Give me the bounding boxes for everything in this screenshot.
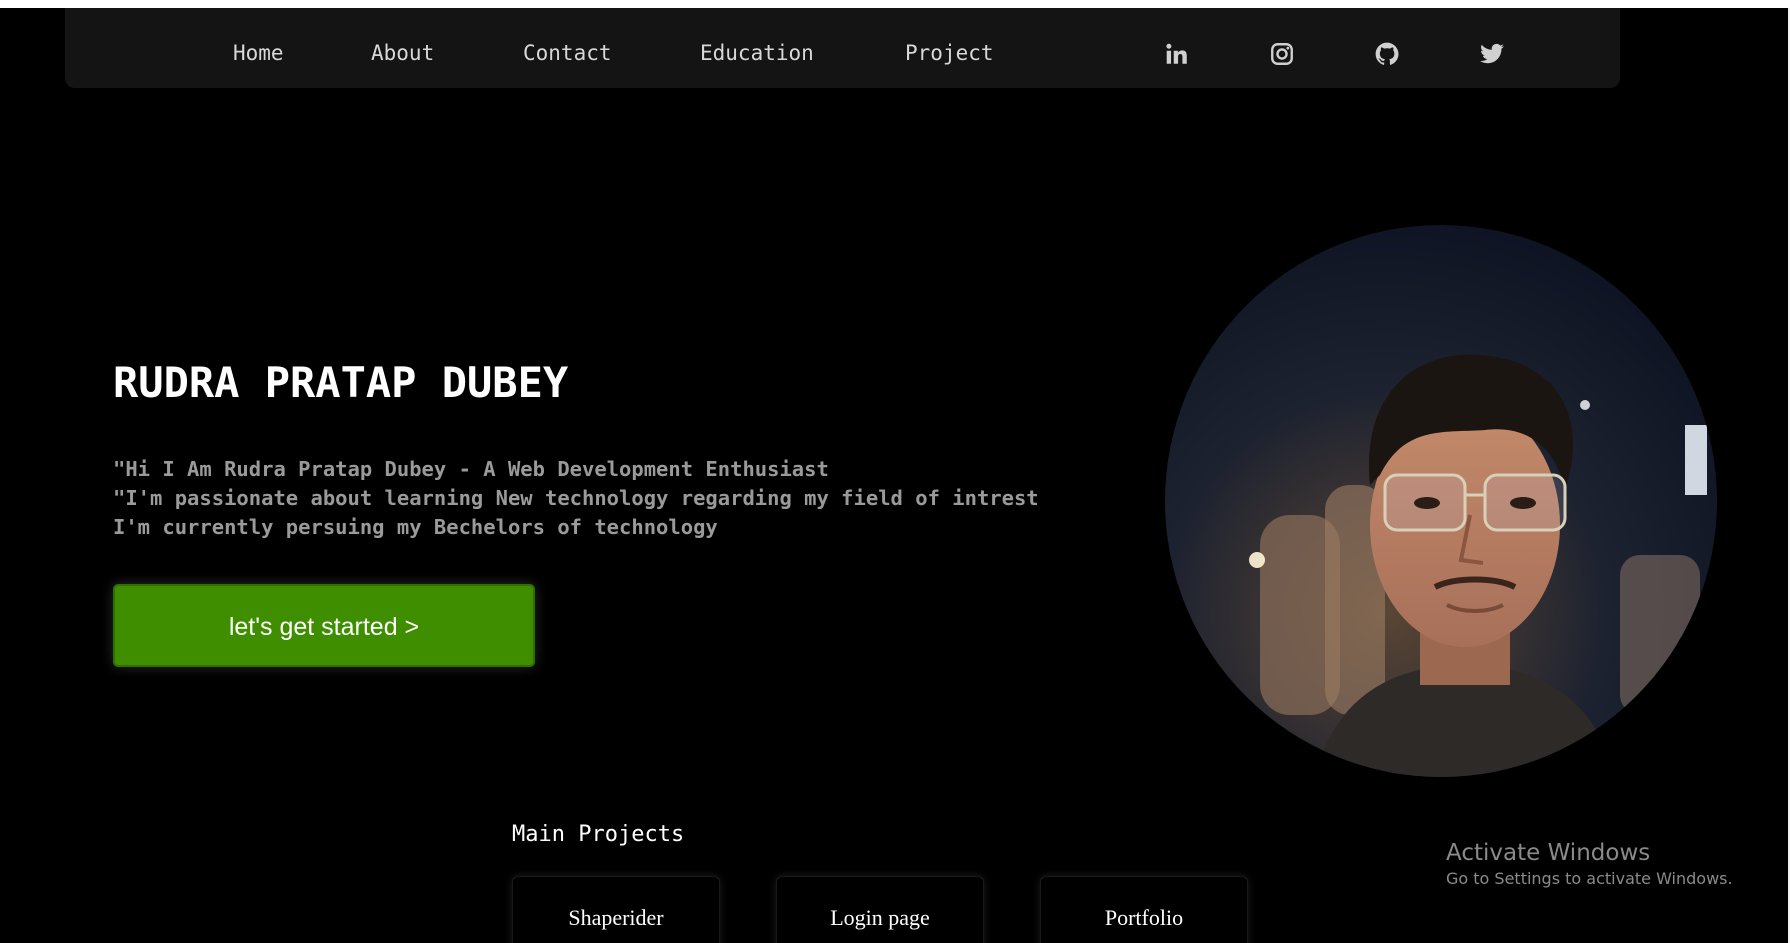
main-projects-heading: Main Projects	[512, 822, 685, 847]
page: Home About Contact Education Project RUD…	[0, 0, 1790, 943]
linkedin-icon[interactable]	[1164, 41, 1190, 67]
nav-contact[interactable]: Contact	[523, 40, 612, 66]
get-started-button[interactable]: let's get started >	[113, 584, 535, 667]
project-card-shaperider[interactable]: Shaperider	[512, 876, 720, 943]
instagram-icon[interactable]	[1269, 41, 1295, 67]
nav-about[interactable]: About	[371, 40, 434, 66]
project-card-portfolio[interactable]: Portfolio	[1040, 876, 1248, 943]
hero-intro-line-1: "Hi I Am Rudra Pratap Dubey - A Web Deve…	[113, 457, 829, 481]
nav-project[interactable]: Project	[905, 40, 994, 66]
nav-education[interactable]: Education	[700, 40, 814, 66]
project-name: Portfolio	[1104, 905, 1184, 930]
nav-home[interactable]: Home	[233, 40, 284, 66]
profile-photo	[1165, 225, 1717, 777]
browser-top-edge	[0, 0, 1790, 8]
watermark-subtitle: Go to Settings to activate Windows.	[1446, 869, 1733, 888]
project-name: Login page	[830, 905, 930, 930]
hero-name: RUDRA PRATAP DUBEY	[113, 358, 569, 407]
watermark-title: Activate Windows	[1446, 840, 1651, 866]
hero-intro-line-3: I'm currently persuing my Bechelors of t…	[113, 515, 718, 539]
hero-intro-line-2: "I'm passionate about learning New techn…	[113, 486, 1039, 510]
github-icon[interactable]	[1374, 41, 1400, 67]
project-card-login-page[interactable]: Login page	[776, 876, 984, 943]
twitter-icon[interactable]	[1479, 41, 1505, 67]
windows-activation-watermark: Activate Windows Go to Settings to activ…	[1446, 838, 1733, 890]
project-name: Shaperider	[568, 905, 664, 930]
navbar: Home About Contact Education Project	[65, 8, 1620, 88]
